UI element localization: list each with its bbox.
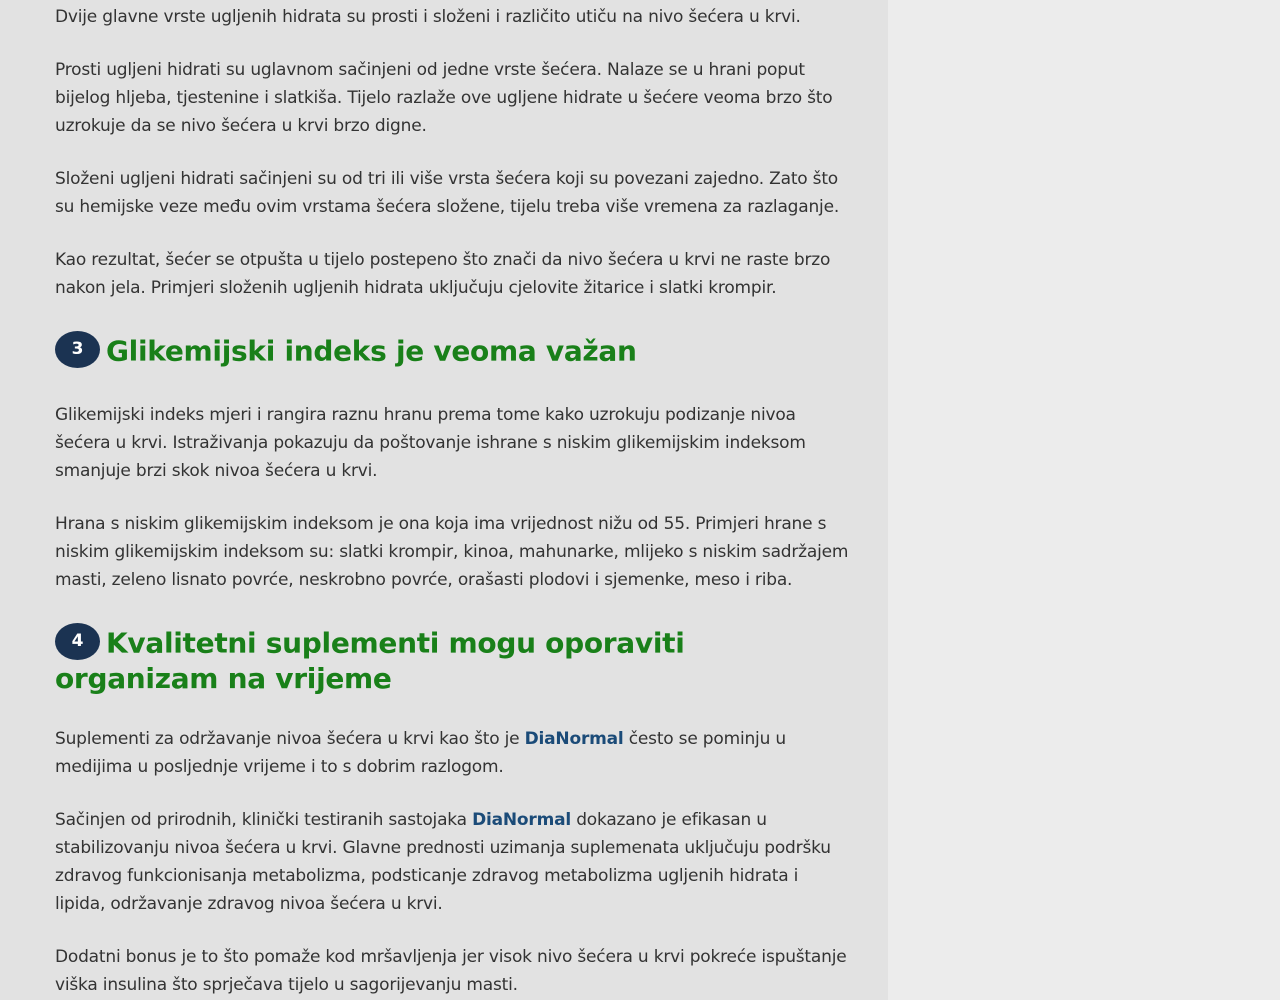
section-heading-supplements: 4 Kvalitetni suplementi mogu oporaviti or…: [55, 623, 852, 695]
paragraph-glycemic-index: Glikemijski indeks mjeri i rangira raznu…: [55, 405, 806, 481]
content-column: Dvije glavne vrste ugljenih hidrata su p…: [0, 0, 888, 1000]
section-title: Kvalitetni suplementi mogu oporaviti org…: [55, 626, 685, 695]
text-segment: Sačinjen od prirodnih, klinički testiran…: [55, 810, 473, 830]
section-heading-glycemic-index: 3 Glikemijski indeks je veoma važan: [55, 331, 852, 371]
article-body: Dvije glavne vrste ugljenih hidrata su p…: [55, 3, 852, 1000]
brand-link-dianormal[interactable]: DiaNormal: [472, 810, 571, 830]
paragraph-simple-carbs: Prosti ugljeni hidrati su uglavnom sačin…: [55, 60, 833, 136]
brand-link-dianormal[interactable]: DiaNormal: [525, 729, 624, 749]
text-segment: Suplementi za održavanje nivoa šećera u …: [55, 729, 525, 749]
page: Dvije glavne vrste ugljenih hidrata su p…: [0, 0, 1280, 1000]
paragraph-carb-types: Dvije glavne vrste ugljenih hidrata su p…: [55, 7, 801, 27]
paragraph-dianormal-benefits: Sačinjen od prirodnih, klinički testiran…: [55, 806, 852, 918]
section-number-badge: 4: [55, 623, 100, 660]
sidebar-column: [888, 0, 1280, 1000]
paragraph-supplements: Suplementi za održavanje nivoa šećera u …: [55, 725, 852, 781]
paragraph-weight-loss-bonus: Dodatni bonus je to što pomaže kod mršav…: [55, 947, 847, 995]
section-title: Glikemijski indeks je veoma važan: [106, 334, 637, 368]
paragraph-gradual-release: Kao rezultat, šećer se otpušta u tijelo …: [55, 250, 831, 298]
paragraph-low-gi-foods: Hrana s niskim glikemijskim indeksom je …: [55, 514, 849, 590]
section-number-badge: 3: [55, 331, 100, 368]
paragraph-complex-carbs: Složeni ugljeni hidrati sačinjeni su od …: [55, 169, 840, 217]
